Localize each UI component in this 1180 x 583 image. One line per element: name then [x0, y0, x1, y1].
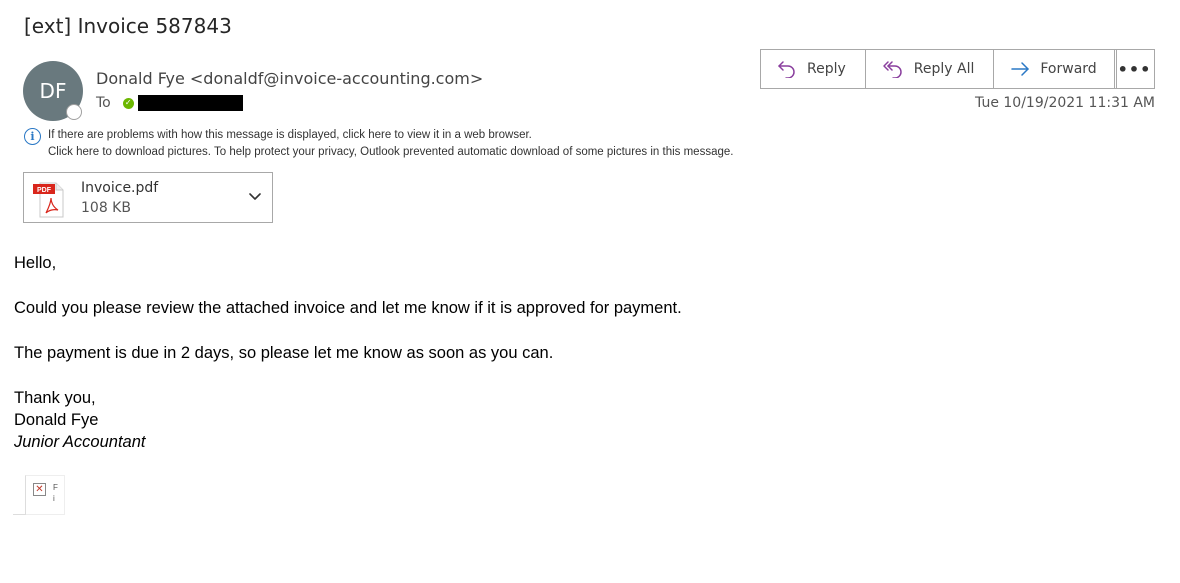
presence-status-icon: [66, 104, 82, 120]
view-in-browser-link[interactable]: If there are problems with how this mess…: [24, 127, 733, 144]
attachment-name: Invoice.pdf: [81, 180, 159, 196]
body-paragraph-2: The payment is due in 2 days, so please …: [14, 344, 554, 362]
closing: Thank you,: [14, 389, 96, 407]
download-pictures-link[interactable]: Click here to download pictures. To help…: [24, 144, 733, 161]
to-label: To: [96, 95, 111, 111]
broken-image-alt-text: F i: [53, 482, 58, 504]
message-actions-bar: Reply Reply All Forward: [760, 49, 1117, 89]
sent-date: Tue 10/19/2021 11:31 AM: [975, 95, 1155, 111]
broken-image-icon: ✕: [33, 483, 46, 496]
chevron-down-icon[interactable]: [248, 189, 262, 203]
message-body: Hello, Could you please review the attac…: [14, 252, 682, 453]
signature-name: Donald Fye: [14, 411, 99, 429]
signature-title: Junior Accountant: [14, 433, 146, 451]
reply-all-button[interactable]: Reply All: [866, 50, 995, 88]
recipient-redacted[interactable]: [137, 95, 243, 111]
reply-label: Reply: [807, 61, 846, 77]
forward-icon: [1011, 62, 1030, 76]
info-bar: i If there are problems with how this me…: [24, 127, 733, 161]
email-subject: [ext] Invoice 587843: [24, 14, 232, 38]
body-paragraph-1: Could you please review the attached inv…: [14, 299, 682, 317]
attachment-size: 108 KB: [81, 200, 131, 216]
pdf-file-icon: PDF: [33, 182, 64, 218]
forward-label: Forward: [1040, 61, 1097, 77]
alt-text-line-2: i: [53, 494, 55, 503]
presence-available-icon: ✓: [122, 97, 134, 109]
reply-all-label: Reply All: [913, 61, 975, 77]
more-actions-button[interactable]: •••: [1114, 49, 1155, 89]
pdf-badge: PDF: [37, 187, 52, 194]
divider: [13, 514, 26, 515]
broken-image-placeholder[interactable]: ✕ F i: [25, 475, 65, 515]
forward-button[interactable]: Forward: [994, 50, 1115, 88]
reply-all-icon: [883, 61, 902, 78]
attachment-card[interactable]: PDF Invoice.pdf 108 KB: [23, 172, 273, 223]
more-icon: •••: [1117, 59, 1152, 79]
sender-name[interactable]: Donald Fye <donaldf@invoice-accounting.c…: [96, 69, 483, 88]
recipient-row: To ✓: [96, 95, 243, 111]
greeting: Hello,: [14, 254, 57, 272]
alt-text-line-1: F: [53, 483, 58, 492]
avatar-initials: DF: [39, 79, 67, 103]
reply-button[interactable]: Reply: [761, 50, 866, 88]
info-icon: i: [24, 128, 41, 145]
reply-icon: [778, 61, 795, 78]
